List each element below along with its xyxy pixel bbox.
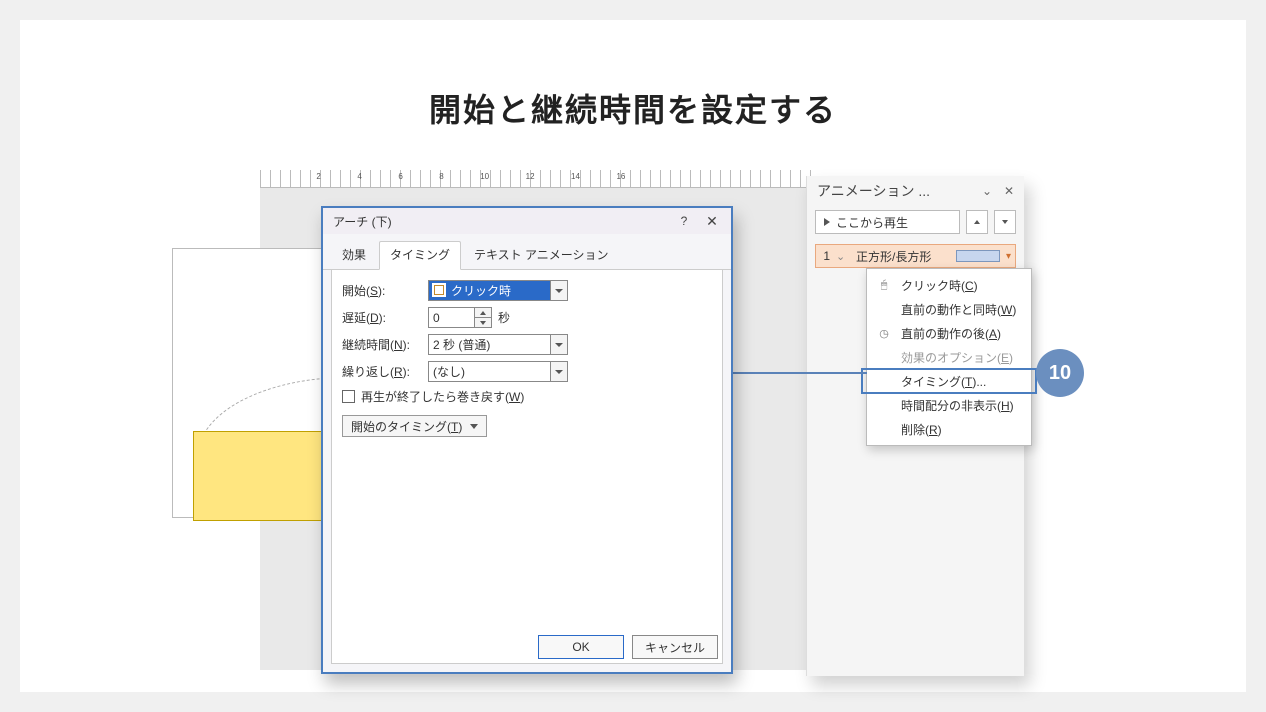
horizontal-ruler: 42 246 81012 1416: [260, 170, 820, 188]
play-label: ここから再生: [836, 214, 908, 231]
delay-unit: 秒: [498, 309, 510, 326]
pane-title: アニメーション ...: [817, 181, 930, 201]
context-menu: 🖱 クリック時(C) 直前の動作と同時(W) ◷ 直前の動作の後(A) 効果のオ…: [866, 268, 1032, 446]
chevron-down-icon[interactable]: [550, 281, 567, 300]
cancel-button[interactable]: キャンセル: [632, 635, 718, 659]
mouse-icon: [432, 283, 446, 297]
close-icon[interactable]: ✕: [998, 184, 1020, 198]
play-icon: [824, 218, 830, 226]
spin-down[interactable]: [475, 318, 491, 327]
clock-icon: ◷: [875, 327, 893, 340]
menu-delete[interactable]: 削除(R): [867, 417, 1031, 441]
dialog-title: アーチ (下): [333, 213, 392, 230]
page-heading: 開始と継続時間を設定する: [20, 85, 1246, 131]
mouse-icon: ⌄: [836, 250, 850, 263]
repeat-label: 繰り返し(R):: [342, 363, 422, 380]
start-label: 開始(S):: [342, 282, 422, 299]
animation-list-item[interactable]: 1 ⌄ 正方形/長方形 ▾: [815, 244, 1016, 268]
repeat-combo[interactable]: (なし): [428, 361, 568, 382]
menu-hide-timeline[interactable]: 時間配分の非表示(H): [867, 393, 1031, 417]
duration-label: 継続時間(N):: [342, 336, 422, 353]
rewind-checkbox[interactable]: 再生が終了したら巻き戻す(W): [342, 388, 712, 405]
checkbox-icon: [342, 390, 355, 403]
menu-effect-options[interactable]: 効果のオプション(E): [867, 345, 1031, 369]
menu-after-previous[interactable]: ◷ 直前の動作の後(A): [867, 321, 1031, 345]
tab-text-animation[interactable]: テキスト アニメーション: [463, 241, 620, 270]
timing-dialog: アーチ (下) ? ✕ 効果 タイミング テキスト アニメーション 開始(S):…: [321, 206, 733, 674]
move-down-button[interactable]: [994, 210, 1016, 234]
menu-with-previous[interactable]: 直前の動作と同時(W): [867, 297, 1031, 321]
item-index: 1: [820, 249, 830, 263]
step-badge: 10: [1036, 349, 1084, 397]
start-timing-expand[interactable]: 開始のタイミング(T): [342, 415, 487, 437]
help-button[interactable]: ?: [671, 211, 697, 231]
spin-up[interactable]: [475, 308, 491, 318]
item-name: 正方形/長方形: [856, 248, 950, 265]
duration-combo[interactable]: 2 秒 (普通): [428, 334, 568, 355]
timing-bar: [956, 250, 1000, 262]
delay-spinner[interactable]: 0: [428, 307, 492, 328]
delay-label: 遅延(D):: [342, 309, 422, 326]
menu-on-click[interactable]: 🖱 クリック時(C): [867, 273, 1031, 297]
chevron-down-icon: [470, 424, 478, 429]
move-up-button[interactable]: [966, 210, 988, 234]
ok-button[interactable]: OK: [538, 635, 624, 659]
menu-timing[interactable]: タイミング(T)...: [867, 369, 1031, 393]
mouse-icon: 🖱: [875, 279, 893, 292]
start-combo[interactable]: クリック時: [428, 280, 568, 301]
item-dropdown-icon[interactable]: ▾: [1006, 251, 1011, 262]
chevron-down-icon[interactable]: ⌄: [976, 184, 998, 198]
chevron-down-icon[interactable]: [550, 362, 567, 381]
tab-timing[interactable]: タイミング: [379, 241, 461, 270]
close-button[interactable]: ✕: [699, 211, 725, 231]
chevron-down-icon[interactable]: [550, 335, 567, 354]
play-from-here-button[interactable]: ここから再生: [815, 210, 960, 234]
tab-effect[interactable]: 効果: [331, 241, 377, 270]
